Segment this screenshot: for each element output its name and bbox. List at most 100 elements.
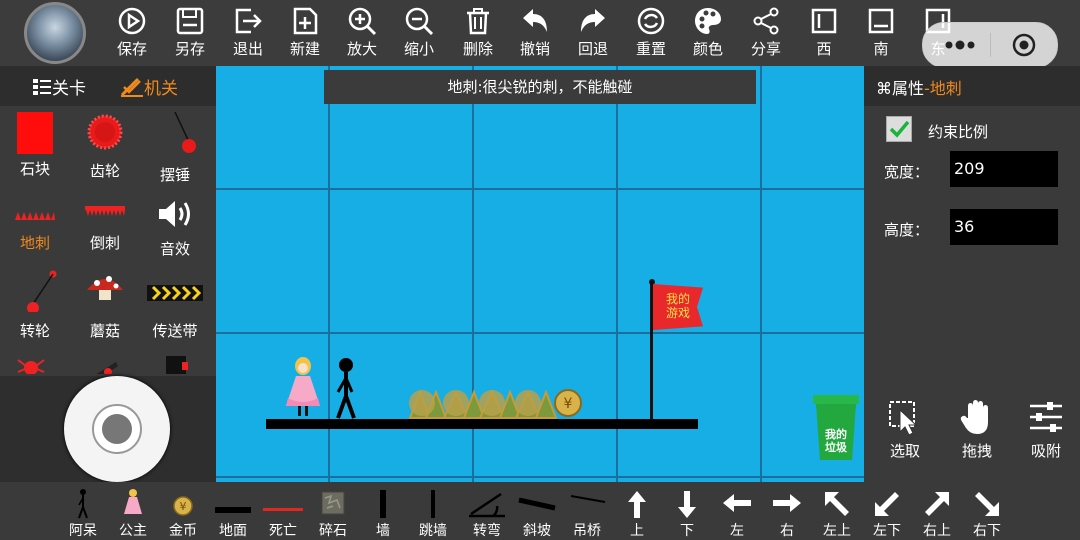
width-label: 宽度： (884, 163, 930, 181)
palette-item-barb[interactable]: 倒刺 (70, 198, 140, 253)
redo-label: 回退 (577, 40, 608, 58)
palette-label: 地刺 (19, 234, 50, 252)
play-circle-icon (118, 7, 146, 35)
bottom-item-label: 右下 (973, 523, 1001, 539)
grid-line (760, 66, 762, 482)
jump-wall-icon (431, 490, 435, 518)
bottom-item-label: 阿呆 (69, 523, 97, 539)
palette-icon (695, 8, 721, 34)
princess-sprite[interactable] (284, 356, 322, 418)
properties-object-name: -地刺 (924, 79, 962, 98)
color-button[interactable]: 颜色 (680, 6, 736, 62)
height-label: 高度： (884, 221, 930, 239)
drag-tool-button[interactable]: 拖拽 (952, 398, 1002, 461)
redo-button[interactable]: 回退 (565, 6, 621, 62)
tab-levels[interactable]: 关卡 (32, 74, 86, 99)
mini-program-capsule (922, 22, 1058, 68)
align-west-label: 西 (816, 40, 832, 58)
palette-item-mushroom[interactable]: 蘑菇 (70, 268, 140, 341)
object-tip-banner: 地刺:很尖锐的刺，不能触碰 (324, 70, 756, 104)
goal-flag[interactable]: 我的 游戏 (653, 284, 703, 330)
death-line-icon (263, 508, 303, 511)
align-south-button[interactable]: 南 (853, 6, 909, 62)
bottom-item-label: 下 (680, 523, 694, 539)
palette-item-ground-spike[interactable]: 地刺 (0, 198, 70, 253)
capsule-divider (990, 33, 991, 57)
properties-title-label: 属性 (892, 79, 925, 98)
game-canvas[interactable]: ¥ 我的 游戏 我的 垃圾 (216, 66, 864, 482)
ground-platform[interactable] (266, 419, 698, 429)
exit-button[interactable]: 退出 (220, 6, 276, 62)
palette-item-wheel[interactable]: 转轮 (0, 268, 70, 341)
select-tool-button[interactable]: 选取 (880, 398, 930, 461)
stone-block-icon (17, 112, 53, 154)
palette-label: 石块 (19, 160, 50, 178)
grid-line (216, 476, 864, 478)
bottom-item-label: 右上 (923, 523, 951, 539)
align-west-button[interactable]: 西 (796, 6, 852, 62)
command-icon: ⌘ (876, 79, 892, 98)
cannon-icon (88, 356, 120, 374)
bottom-item-label: 墙 (376, 523, 390, 539)
stickman-sprite[interactable] (332, 356, 362, 420)
palette-label: 倒刺 (89, 234, 120, 252)
tab-mechanisms-label: 机关 (144, 79, 178, 99)
ground-line-icon (215, 507, 251, 513)
ground-spike-object[interactable]: ¥ (408, 386, 588, 420)
palette-item-conveyor[interactable]: 传送带 (140, 268, 210, 341)
save-as-label: 另存 (174, 40, 205, 58)
palette-item-pendulum[interactable]: 摆锤 (140, 111, 210, 185)
hand-icon (960, 400, 988, 434)
zoom-in-button[interactable]: 放大 (334, 6, 390, 62)
arrow-up-icon (628, 491, 646, 518)
align-west-icon (811, 8, 837, 34)
delete-button[interactable]: 删除 (450, 6, 506, 62)
coin-icon: ¥ (173, 496, 193, 516)
save-button[interactable]: 保存 (104, 6, 160, 62)
undo-icon (523, 9, 547, 32)
redo-icon (581, 9, 605, 32)
width-field[interactable]: 209 (950, 151, 1058, 187)
share-button[interactable]: 分享 (738, 6, 794, 62)
palette-item-stone[interactable]: 石块 (0, 112, 70, 179)
ground-spike-icon (15, 212, 55, 220)
princess-icon (124, 489, 142, 514)
snap-tool-button[interactable]: 吸附 (1020, 398, 1072, 461)
floppy-icon (176, 7, 204, 35)
exit-icon (235, 8, 262, 34)
tab-mechanisms[interactable]: 机关 (120, 74, 178, 99)
new-button[interactable]: 新建 (277, 6, 333, 62)
bottom-item-label: 右 (780, 523, 794, 539)
more-dots-icon[interactable] (943, 35, 977, 55)
trash-icon (467, 8, 489, 35)
conveyor-icon (147, 285, 203, 301)
palette-label: 音效 (159, 240, 190, 258)
saw-gear-icon (87, 114, 123, 150)
reset-icon (637, 7, 665, 35)
align-south-icon (868, 8, 894, 34)
color-label: 颜色 (692, 40, 723, 58)
zoom-out-button[interactable]: 缩小 (391, 6, 447, 62)
reset-button[interactable]: 重置 (623, 6, 679, 62)
constrain-checkbox[interactable] (886, 116, 912, 142)
palette-item-sound[interactable]: 音效 (140, 198, 210, 259)
height-field[interactable]: 36 (950, 209, 1058, 245)
zoom-out-label: 缩小 (403, 40, 434, 58)
svg-text:¥: ¥ (180, 500, 187, 513)
avatar[interactable] (24, 2, 86, 64)
reset-label: 重置 (635, 40, 666, 58)
close-target-icon[interactable] (1011, 32, 1037, 58)
select-tool-label: 选取 (889, 442, 920, 460)
exit-label: 退出 (232, 40, 263, 58)
palette-item-gear[interactable]: 齿轮 (70, 112, 140, 181)
stickman-icon (78, 489, 88, 519)
zoom-in-label: 放大 (346, 40, 377, 58)
bottom-item-label: 公主 (119, 523, 147, 539)
arrow-right-icon (773, 494, 801, 512)
arrow-down-icon (678, 491, 696, 518)
drag-tool-label: 拖拽 (961, 442, 992, 460)
bottom-item-label: 左下 (873, 523, 901, 539)
save-as-button[interactable]: 另存 (162, 6, 218, 62)
joystick-knob-center (102, 414, 132, 444)
undo-button[interactable]: 撤销 (507, 6, 563, 62)
